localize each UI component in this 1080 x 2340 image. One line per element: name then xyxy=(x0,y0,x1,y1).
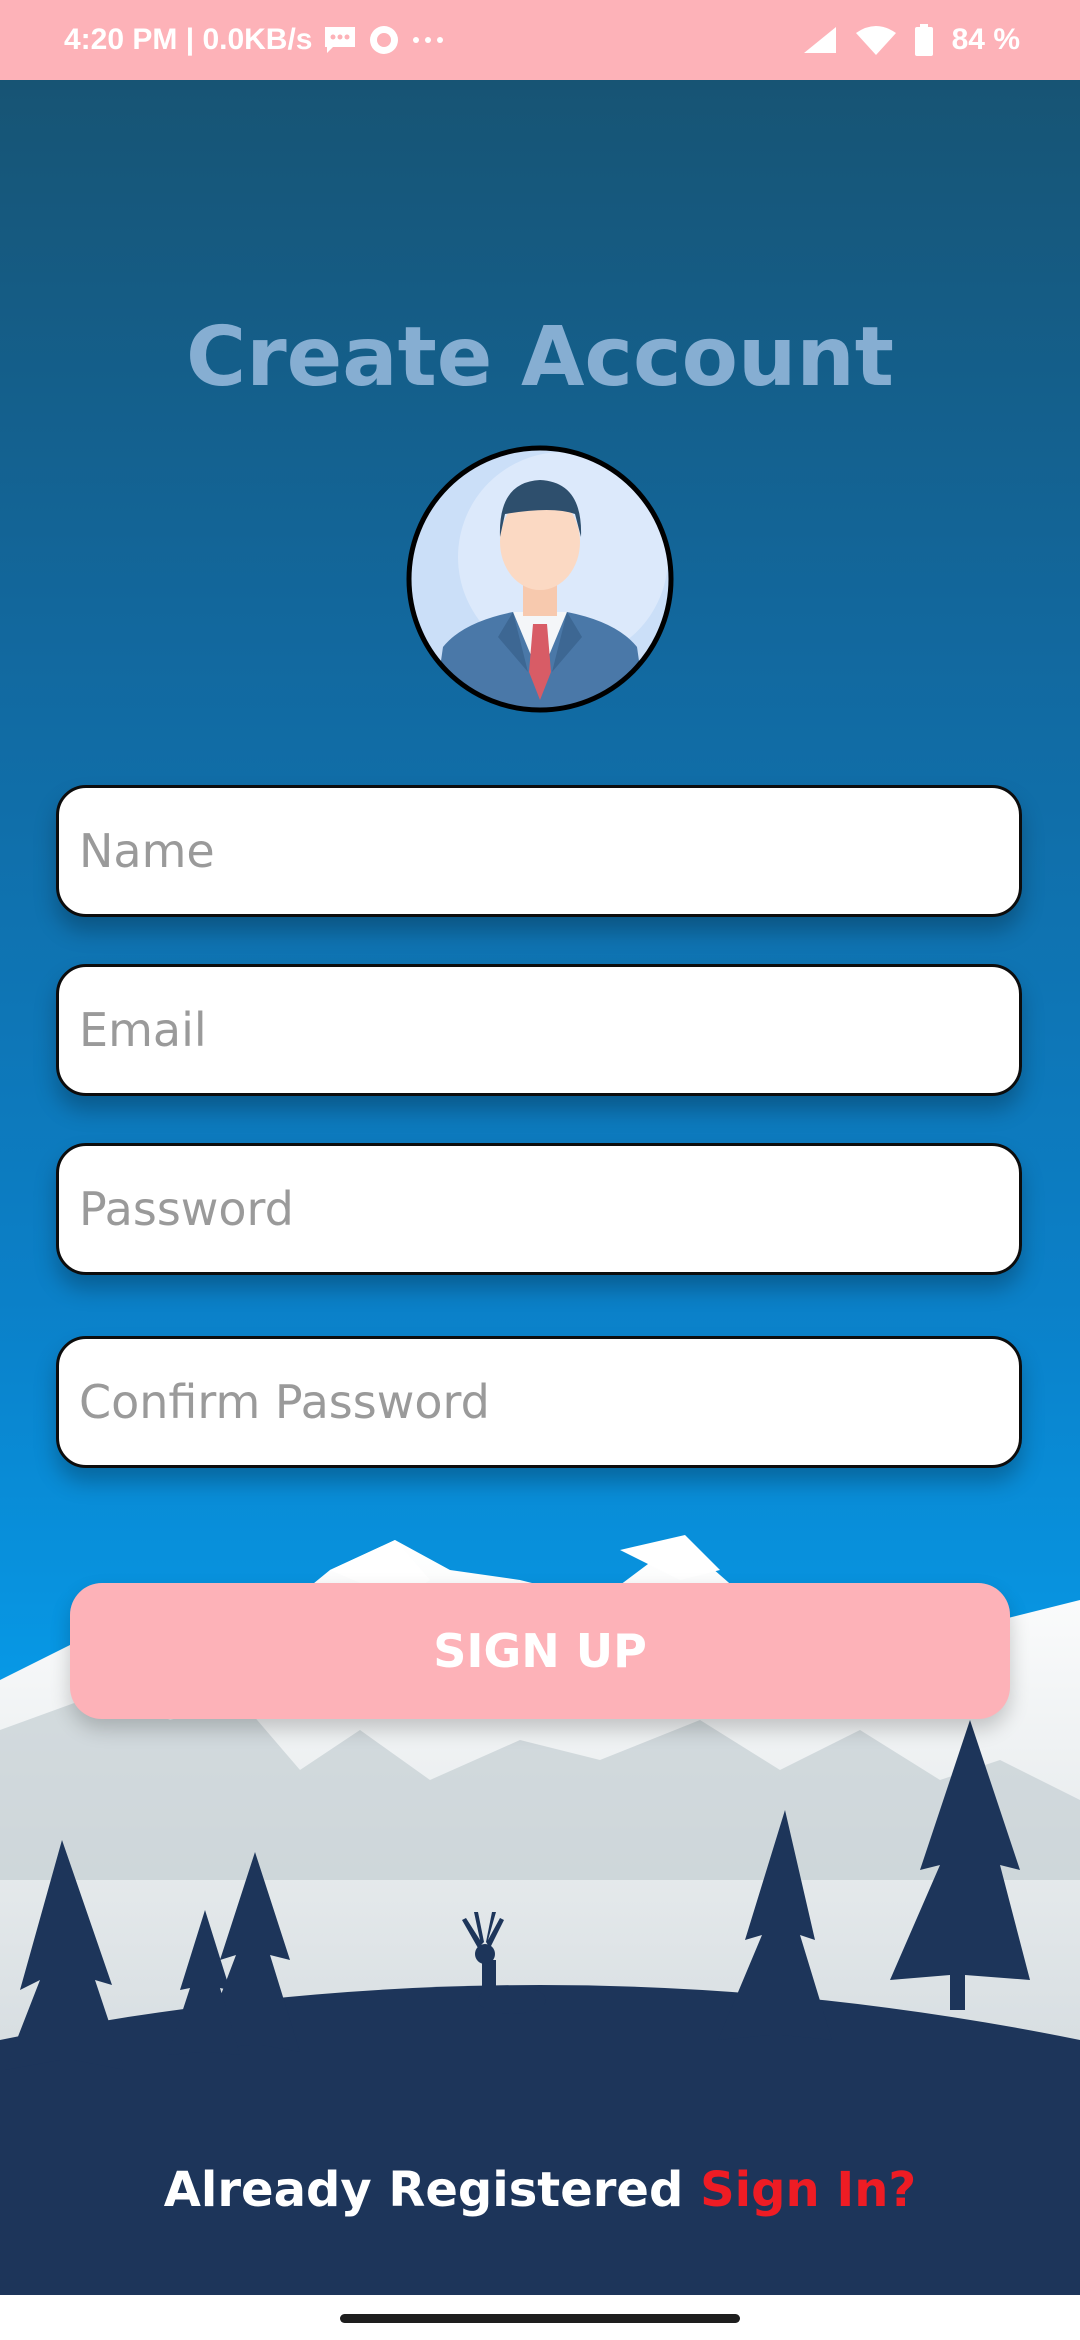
more-dots-icon xyxy=(412,37,443,43)
signin-link[interactable]: Sign In? xyxy=(700,2162,916,2218)
message-icon xyxy=(324,27,355,53)
name-field[interactable] xyxy=(56,785,1022,917)
signup-button[interactable]: SIGN UP xyxy=(70,1583,1010,1719)
record-icon xyxy=(369,26,398,54)
signin-prompt: Already Registered Sign In? xyxy=(0,2162,1080,2218)
already-registered-text: Already Registered xyxy=(163,2162,701,2218)
page-title: Create Account xyxy=(186,310,894,405)
status-time: 4:20 PM | 0.0KB/s xyxy=(64,23,313,56)
password-input[interactable] xyxy=(79,1146,999,1272)
battery-percent: 84 % xyxy=(951,23,1020,56)
name-input[interactable] xyxy=(79,788,999,914)
confirm-password-input[interactable] xyxy=(79,1339,999,1465)
user-avatar-icon xyxy=(406,445,674,713)
confirm-password-field[interactable] xyxy=(56,1336,1022,1468)
status-left: 4:20 PM | 0.0KB/s xyxy=(64,0,445,80)
battery-icon xyxy=(914,24,933,56)
signal-icon xyxy=(803,27,836,53)
status-bar: 4:20 PM | 0.0KB/s 84 % xyxy=(0,0,1080,80)
signup-screen: Create Account SIGN UP Already Registere… xyxy=(0,80,1080,2295)
password-field[interactable] xyxy=(56,1143,1022,1275)
email-field[interactable] xyxy=(56,964,1022,1096)
gesture-nav-area xyxy=(0,2295,1080,2340)
home-indicator[interactable] xyxy=(340,2314,740,2323)
email-input[interactable] xyxy=(79,967,999,1093)
wifi-icon xyxy=(855,26,896,55)
status-right: 84 % xyxy=(802,0,1020,80)
